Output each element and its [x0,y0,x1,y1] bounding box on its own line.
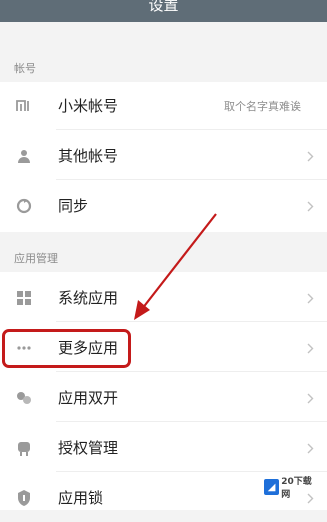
annotation-arrow [134,213,217,320]
watermark: ◢ 20下载网 [264,477,319,500]
watermark-logo-icon: ◢ [264,479,280,495]
watermark-text: 20下载网 [281,477,312,500]
